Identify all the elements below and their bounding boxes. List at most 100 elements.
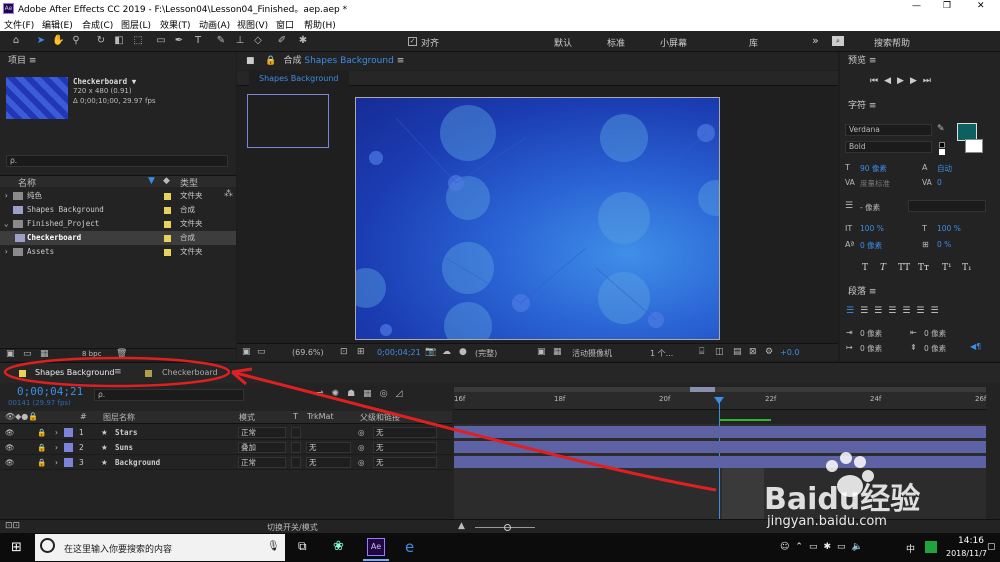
bluetooth-icon[interactable]: ✱ — [823, 542, 837, 552]
new-folder-icon[interactable]: ▭ — [23, 349, 32, 359]
new-comp-icon[interactable]: ▦ — [40, 349, 49, 359]
taskbar-search-box[interactable]: 在这里输入你要搜索的内容 🎙 — [35, 534, 285, 561]
workspace-standard[interactable]: 标准 — [607, 36, 625, 49]
menu-file[interactable]: 文件(F) — [4, 18, 34, 31]
clock-date[interactable]: 2018/11/7 — [946, 549, 987, 558]
faux-italic-button[interactable]: T — [880, 263, 886, 273]
panel-menu-icon[interactable]: ≡ — [397, 56, 405, 66]
camera-dropdown[interactable]: 活动摄像机 — [572, 348, 612, 359]
delete-icon[interactable]: 🗑 — [116, 349, 127, 359]
puppet-pin-tool-icon[interactable]: ✱ — [297, 35, 309, 47]
rectangle-tool-icon[interactable]: ▭ — [155, 35, 167, 47]
workspace-small-screen[interactable]: 小屏幕 — [660, 36, 687, 49]
indent-right-value[interactable]: 0 像素 — [924, 328, 946, 339]
after-effects-taskbar-icon[interactable]: Ae — [367, 538, 385, 556]
comp-panel-name[interactable]: Shapes Background — [304, 56, 393, 66]
panel-menu-icon[interactable]: ≡ — [869, 101, 877, 111]
label-color-swatch[interactable] — [164, 207, 171, 214]
project-item-row[interactable]: Checkerboard 合成 — [0, 231, 236, 245]
stroke-color-swatch[interactable] — [965, 139, 983, 153]
faux-bold-button[interactable]: T — [862, 263, 868, 273]
comp-tab[interactable]: Shapes Background — [249, 71, 349, 86]
layer-mode-dropdown[interactable]: 正常 — [238, 427, 286, 438]
menu-composition[interactable]: 合成(C) — [82, 18, 113, 31]
menu-animation[interactable]: 动画(A) — [199, 18, 230, 31]
microphone-icon[interactable]: 🎙 — [267, 541, 280, 552]
flowchart-icon[interactable]: ⁂ — [224, 189, 233, 199]
trkmat-dropdown[interactable]: 无 — [306, 442, 351, 453]
zoom-tool-icon[interactable]: ⚲ — [70, 35, 82, 47]
exposure-value[interactable]: +0.0 — [780, 348, 799, 357]
panel-menu-icon[interactable]: ≡ — [869, 56, 877, 66]
bpc-label[interactable]: 8 bpc — [82, 350, 101, 358]
notifications-icon[interactable]: ▢ — [987, 542, 996, 552]
pan-behind-tool-icon[interactable]: ⬚ — [132, 35, 144, 47]
play-icon[interactable]: ▶ — [897, 76, 910, 86]
current-time-display[interactable]: 0;00;04;21 — [377, 348, 421, 357]
clock-time[interactable]: 14:16 — [958, 536, 984, 546]
vertical-scale-value[interactable]: 100 % — [860, 224, 884, 233]
layer-row[interactable]: 👁 🔒 › 3 ★ Background 正常 无 ◎ 无 — [0, 455, 452, 470]
views-dropdown[interactable]: 1 个... — [650, 348, 673, 359]
eyedropper-icon[interactable]: ✎ — [937, 124, 945, 134]
project-item-row[interactable]: Shapes Background 合成 — [0, 203, 236, 217]
eye-icon[interactable]: 👁 — [5, 455, 15, 470]
project-search-input[interactable]: ρ. — [6, 155, 228, 167]
subscript-button[interactable]: T₁ — [962, 263, 972, 273]
justify-right-icon[interactable]: ☰ — [916, 306, 930, 316]
playhead-marker-icon[interactable] — [714, 397, 724, 404]
edge-browser-icon[interactable]: e — [405, 538, 414, 556]
network-icon[interactable]: ▭ — [809, 542, 824, 552]
space-before-value[interactable]: 0 像素 — [924, 343, 946, 354]
menu-help[interactable]: 帮助(H) — [304, 18, 336, 31]
tab-checkerboard[interactable]: Checkerboard — [162, 368, 218, 377]
menu-window[interactable]: 窗口 — [276, 18, 294, 31]
clone-stamp-tool-icon[interactable]: ⊥ — [234, 35, 246, 47]
justify-all-icon[interactable]: ☰ — [930, 306, 944, 316]
project-item-row[interactable]: › Assets 文件夹 — [0, 245, 236, 259]
toggle-switches-modes-label[interactable]: 切换开关/模式 — [267, 522, 318, 533]
font-family-dropdown[interactable]: Verdana — [845, 124, 932, 136]
expand-arrow-icon[interactable]: › — [55, 440, 58, 455]
project-item-row[interactable]: › 纯色 文件夹 — [0, 189, 236, 203]
motion-blur-icon[interactable]: ◎ — [380, 389, 396, 399]
panel-menu-icon[interactable]: ≡ — [114, 367, 122, 377]
timeline-timecode[interactable]: 0;00;04;21 — [17, 385, 83, 398]
layer-label-color[interactable] — [64, 443, 73, 452]
maximize-button[interactable]: ❐ — [943, 1, 951, 11]
font-style-dropdown[interactable]: Bold — [845, 141, 932, 153]
rtl-icon[interactable]: ◀¶ — [970, 342, 981, 351]
baseline-shift-value[interactable]: 0 像素 — [860, 240, 882, 251]
black-swatch[interactable] — [939, 142, 945, 148]
home-icon[interactable]: ⌂ — [10, 35, 22, 47]
selection-tool-icon[interactable]: ➤ — [35, 35, 47, 47]
shy-icon[interactable]: ☗ — [347, 389, 363, 399]
tray-chevron-icon[interactable]: ⌃ — [795, 542, 809, 552]
col-layer-name-header[interactable]: 图层名称 — [103, 412, 135, 423]
align-left-icon[interactable]: ☰ — [846, 306, 860, 316]
col-name-header[interactable]: 名称 — [18, 176, 36, 189]
draft-3d-icon[interactable]: ✺ — [332, 389, 348, 399]
leading-value[interactable]: 自动 — [937, 163, 952, 174]
search-help-input[interactable]: 搜索帮助 — [874, 36, 910, 49]
ime-indicator[interactable]: 中 — [906, 542, 915, 555]
preserve-transparency-checkbox[interactable] — [291, 457, 301, 468]
search-help-icon[interactable]: ⌕ — [832, 36, 844, 46]
lock-icon[interactable]: 🔒 — [37, 425, 46, 440]
workspace-overflow-button[interactable]: » — [812, 34, 819, 47]
small-caps-button[interactable]: Tт — [918, 263, 929, 273]
menu-edit[interactable]: 编辑(E) — [42, 18, 73, 31]
layer-name[interactable]: Background — [115, 455, 160, 470]
zoom-slider-thumb[interactable] — [504, 524, 511, 531]
roto-brush-tool-icon[interactable]: ✐ — [276, 35, 288, 47]
expand-arrow-icon[interactable]: › — [55, 455, 58, 470]
snapshot-icon[interactable]: 📷 — [425, 347, 436, 357]
stroke-style-dropdown[interactable] — [908, 200, 986, 212]
label-tag-icon[interactable]: ◆ — [163, 176, 170, 186]
eraser-tool-icon[interactable]: ◇ — [252, 35, 264, 47]
grid-icon[interactable]: ⊞ — [357, 347, 365, 357]
next-frame-icon[interactable]: ▶ — [910, 76, 923, 86]
pick-whip-icon[interactable]: ◎ — [358, 440, 365, 455]
flowchart-icon[interactable]: ⊠ — [749, 347, 757, 357]
pick-whip-icon[interactable]: ◎ — [358, 455, 365, 470]
